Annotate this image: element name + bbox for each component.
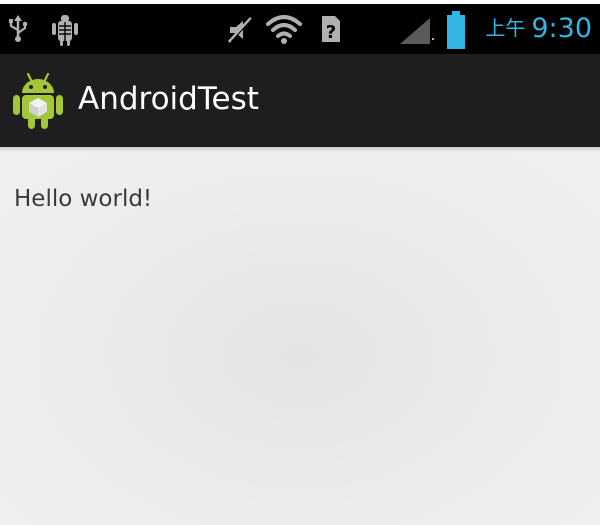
battery-icon xyxy=(447,11,465,49)
no-sim-icon: ? xyxy=(322,16,340,43)
android-screen: ? 上午 9:30 AndroidTest Hello world! xyxy=(0,0,600,525)
status-clock-ampm: 上午 xyxy=(485,16,526,40)
signal-icon xyxy=(400,18,434,44)
app-title: AndroidTest xyxy=(78,81,259,117)
action-bar: AndroidTest xyxy=(0,54,600,147)
mute-icon xyxy=(227,16,254,44)
content-area: Hello world! xyxy=(0,147,600,525)
hello-text: Hello world! xyxy=(14,186,153,212)
android-robot-icon[interactable] xyxy=(12,72,64,130)
usb-icon xyxy=(9,15,28,42)
svg-text:?: ? xyxy=(326,22,336,43)
wifi-icon xyxy=(266,15,302,44)
status-clock-time: 9:30 xyxy=(531,13,592,44)
status-bar: ? 上午 9:30 xyxy=(0,4,600,54)
debug-icon xyxy=(52,15,78,46)
action-bar-shadow xyxy=(0,147,600,152)
status-clock: 上午 9:30 xyxy=(485,13,592,46)
